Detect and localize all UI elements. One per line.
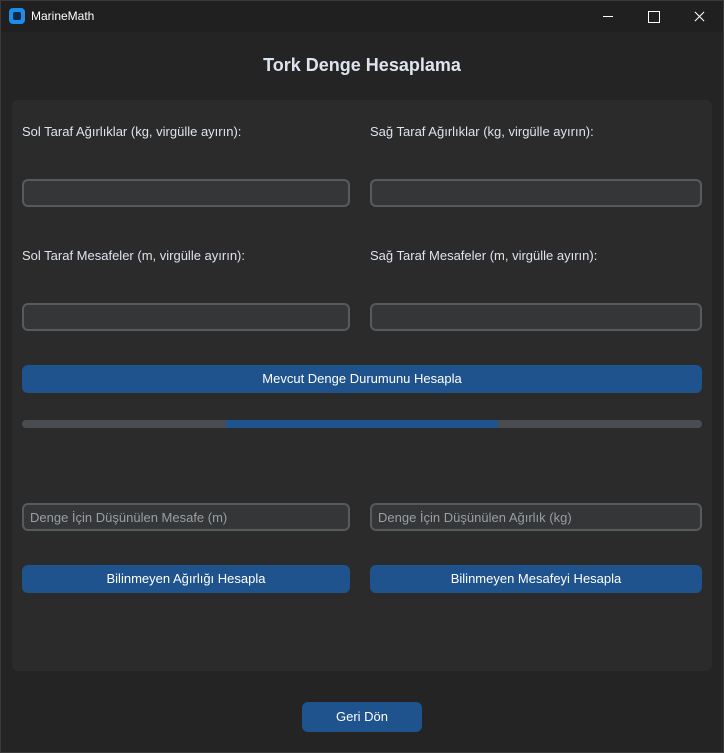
calculate-unknown-distance-button[interactable]: Bilinmeyen Mesafeyi Hesapla: [370, 565, 702, 593]
right-weights-label: Sağ Taraf Ağırlıklar (kg, virgülle ayırı…: [370, 124, 594, 139]
progress-bar-fill: [226, 420, 498, 428]
balance-distance-input[interactable]: [22, 503, 350, 531]
close-icon[interactable]: [676, 1, 722, 32]
left-distances-label: Sol Taraf Mesafeler (m, virgülle ayırın)…: [22, 248, 245, 263]
page-title: Tork Denge Hesaplama: [263, 55, 461, 75]
right-weights-input[interactable]: [370, 179, 702, 207]
minimize-icon[interactable]: [585, 1, 631, 32]
back-button[interactable]: Geri Dön: [302, 702, 422, 732]
progress-bar: [22, 420, 702, 428]
right-distances-label: Sağ Taraf Mesafeler (m, virgülle ayırın)…: [370, 248, 598, 263]
left-distances-input[interactable]: [22, 303, 350, 331]
balance-weight-input[interactable]: [370, 503, 702, 531]
calculate-balance-button[interactable]: Mevcut Denge Durumunu Hesapla: [22, 365, 702, 393]
maximize-icon[interactable]: [630, 1, 676, 32]
app-window: MarineMath Tork Denge Hesaplama Sol Tara…: [0, 0, 724, 753]
right-distances-input[interactable]: [370, 303, 702, 331]
left-weights-label: Sol Taraf Ağırlıklar (kg, virgülle ayırı…: [22, 124, 242, 139]
left-weights-input[interactable]: [22, 179, 350, 207]
app-logo-icon: [9, 8, 25, 24]
calculate-unknown-weight-button[interactable]: Bilinmeyen Ağırlığı Hesapla: [22, 565, 350, 593]
title-bar[interactable]: MarineMath: [1, 1, 723, 32]
window-title: MarineMath: [31, 9, 95, 23]
